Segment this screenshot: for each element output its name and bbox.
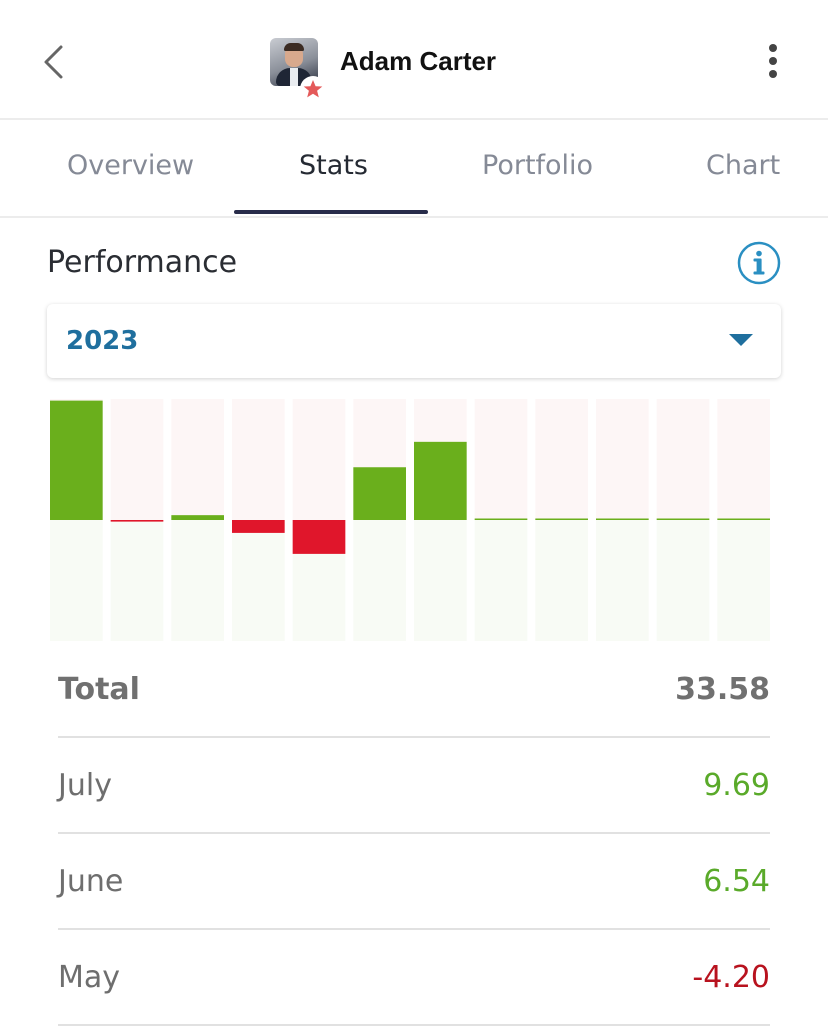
- chart-bar-nov[interactable]: [656, 518, 710, 521]
- chart-column-bg: [535, 520, 588, 641]
- chart-bar-mar[interactable]: [171, 515, 224, 520]
- more-vertical-icon[interactable]: [765, 44, 781, 80]
- summary-row[interactable]: June 6.54: [58, 834, 770, 930]
- chart-column-bg: [353, 520, 406, 641]
- chart-column-bg: [232, 399, 285, 520]
- chart-bar-may[interactable]: [292, 520, 346, 554]
- chart-bar-sep[interactable]: [535, 518, 588, 521]
- star-icon: [300, 76, 326, 102]
- chart-column-bg: [232, 520, 285, 641]
- summary-row[interactable]: May -4.20: [58, 930, 770, 1026]
- chart-column-bg: [414, 520, 467, 641]
- chart-bar-jul[interactable]: [414, 441, 467, 520]
- chart-column-bg: [292, 399, 346, 520]
- chart-bar-dec[interactable]: [717, 518, 770, 521]
- chart-bar-jan[interactable]: [50, 400, 103, 520]
- chart-bar-apr[interactable]: [232, 520, 285, 533]
- user-name[interactable]: Adam Carter: [340, 46, 496, 77]
- caret-down-icon: [729, 334, 753, 346]
- chart-column-bg: [656, 399, 710, 520]
- info-icon[interactable]: [737, 241, 781, 285]
- chevron-left-icon[interactable]: [40, 42, 70, 82]
- chart-column-bg: [474, 399, 528, 520]
- row-label: July: [58, 768, 112, 803]
- chart-column-bg: [110, 520, 164, 641]
- chart-bar-feb[interactable]: [110, 520, 164, 522]
- tab-portfolio[interactable]: Portfolio: [482, 150, 593, 181]
- chart-column-bg: [171, 520, 224, 641]
- chart-column-bg: [171, 399, 224, 520]
- section-title: Performance: [47, 245, 238, 280]
- active-tab-indicator: [234, 210, 428, 214]
- tab-chart[interactable]: Chart: [706, 150, 780, 181]
- chart-column-bg: [596, 520, 649, 641]
- tab-stats[interactable]: Stats: [299, 150, 368, 181]
- row-label: Total: [58, 672, 140, 707]
- chart-column-bg: [656, 520, 710, 641]
- summary-row[interactable]: July 9.69: [58, 738, 770, 834]
- row-value: 6.54: [703, 864, 770, 899]
- chart-bar-aug[interactable]: [474, 518, 528, 521]
- app-header: Adam Carter: [0, 0, 828, 120]
- chart-column-bg: [535, 399, 588, 520]
- chart-column-bg: [110, 399, 164, 520]
- row-label: May: [58, 960, 121, 995]
- avatar[interactable]: [270, 38, 326, 102]
- year-selected-value: 2023: [66, 326, 139, 356]
- chart-column-bg: [717, 399, 770, 520]
- row-value: 9.69: [703, 768, 770, 803]
- row-value: 33.58: [675, 672, 770, 707]
- summary-row-total: Total 33.58: [58, 642, 770, 738]
- chart-column-bg: [50, 520, 103, 641]
- year-dropdown[interactable]: 2023: [47, 304, 781, 378]
- chart-column-bg: [717, 520, 770, 641]
- tab-bar: Overview Stats Portfolio Chart: [0, 120, 828, 218]
- chart-column-bg: [596, 399, 649, 520]
- row-value: -4.20: [692, 960, 770, 995]
- chart-column-bg: [474, 520, 528, 641]
- row-label: June: [58, 864, 124, 899]
- performance-bar-chart: [50, 399, 770, 641]
- tab-overview[interactable]: Overview: [67, 150, 194, 181]
- chart-bar-jun[interactable]: [353, 467, 406, 520]
- chart-bar-oct[interactable]: [596, 518, 649, 521]
